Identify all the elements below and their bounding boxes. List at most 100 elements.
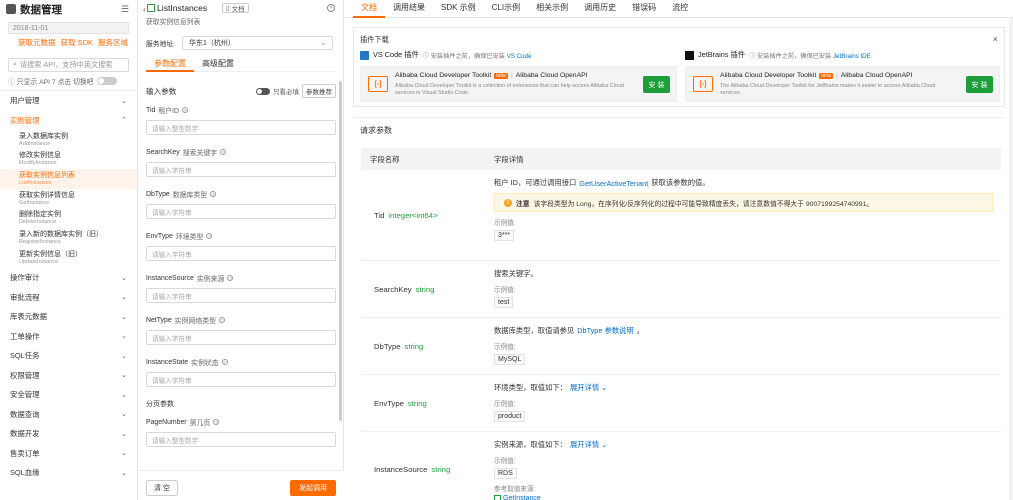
header-field-detail: 字段详情 bbox=[494, 154, 524, 164]
search-placeholder: 请搜索 API，支持中英文搜索 bbox=[19, 60, 113, 69]
sidebar-group-8[interactable]: 数据开发 ⌄ bbox=[0, 424, 137, 444]
help-icon[interactable]: ? bbox=[220, 149, 227, 155]
sidebar-group-10[interactable]: SQL血缘 ⌄ bbox=[0, 463, 137, 483]
field-zh: 数据库类型 bbox=[172, 192, 208, 199]
clear-button[interactable]: 清 空 bbox=[146, 480, 178, 496]
sidebar-item-registerinstance[interactable]: 录入新的数据库实例（旧） RegisterInstance bbox=[0, 228, 137, 248]
address-label: 服务地址: bbox=[146, 41, 176, 48]
sidebar-group-6[interactable]: 安全管理 ⌄ bbox=[0, 385, 137, 405]
table-row: Tid integer<int64> 租户 ID，可通过调用接口 GetUserAct… bbox=[361, 170, 1001, 261]
sidebar-group-5[interactable]: 权限管理 ⌄ bbox=[0, 365, 137, 385]
input-placeholder: 请输入字符串 bbox=[152, 335, 192, 343]
help-icon[interactable]: ? bbox=[221, 359, 228, 365]
pagenumber-input[interactable]: 请输入整型数字 bbox=[146, 432, 336, 447]
jetbrains-plugin-header: JetBrains 插件 ⓘ 安装插件之前，确保已安装 JetBrains ID… bbox=[685, 50, 871, 60]
source-link[interactable]: GetInstance bbox=[494, 495, 993, 500]
sidebar-item-modifyinstance[interactable]: 修改实例信息 ModifyInstance bbox=[0, 150, 137, 170]
install-jetbrains-button[interactable]: 安 装 bbox=[966, 76, 993, 93]
hint-link[interactable]: VS Code bbox=[507, 53, 532, 60]
api-only-toggle[interactable] bbox=[97, 77, 118, 85]
help-icon[interactable]: ? bbox=[206, 233, 213, 239]
region-select[interactable]: 华东1（杭州） ⌄ bbox=[182, 36, 333, 50]
doc-scrollbar[interactable] bbox=[1009, 18, 1013, 500]
help-icon[interactable]: ? bbox=[227, 275, 234, 281]
item-label: 获取实例信息列表 bbox=[19, 171, 75, 179]
sidebar-item-updateinstance[interactable]: 更新实例信息（旧） UpdateInstance bbox=[0, 248, 137, 268]
desc-link[interactable]: GetUserActiveTenant bbox=[579, 179, 648, 188]
product-logo-icon bbox=[6, 4, 16, 14]
hamburger-menu-icon[interactable]: ☰ bbox=[121, 4, 129, 15]
send-request-button[interactable]: 发起调用 bbox=[290, 480, 336, 496]
link-metadata[interactable]: 获取元数据 bbox=[18, 37, 56, 48]
doc-tab-6[interactable]: 错误码 bbox=[624, 2, 664, 17]
nettype-input[interactable]: 请输入字符串 bbox=[146, 330, 336, 345]
link-regions[interactable]: 服务区域 bbox=[98, 37, 128, 48]
hint-link[interactable]: JetBrains IDE bbox=[833, 53, 871, 60]
help-icon[interactable]: ? bbox=[210, 191, 217, 197]
param-detail-cell: 数据库类型，取值请参见 DbType 参数说明。示例值: MySQL bbox=[494, 318, 1001, 374]
back-arrow-icon[interactable]: ‹ bbox=[143, 5, 146, 14]
help-icon[interactable]: ? bbox=[213, 419, 220, 425]
tab-advanced-config[interactable]: 高级配置 bbox=[194, 58, 242, 71]
param-recommend-button[interactable]: 参数推荐 bbox=[302, 84, 336, 98]
sidebar-item-addinstance[interactable]: 录入数据库实例 AddInstance bbox=[0, 130, 137, 150]
expand-details-link[interactable]: 展开详情 ⌄ bbox=[570, 383, 607, 393]
group-instance-management[interactable]: 实例管理 ⌃ bbox=[0, 111, 137, 131]
sidebar-item-listinstances[interactable]: 获取实例信息列表 ListInstances bbox=[0, 169, 137, 190]
sidebar-group-1[interactable]: 审批流程 ⌄ bbox=[0, 287, 137, 307]
doc-tab-3[interactable]: CLI示例 bbox=[484, 2, 528, 17]
doc-tab-7[interactable]: 流控 bbox=[664, 2, 696, 17]
desc-link[interactable]: DbType 参数说明 bbox=[577, 326, 633, 336]
instancestate-input[interactable]: 请输入字符串 bbox=[146, 372, 336, 387]
help-icon[interactable]: ? bbox=[182, 107, 188, 113]
note-title: 注意 bbox=[516, 200, 530, 208]
sidebar-group-9[interactable]: 售卖订单 ⌄ bbox=[0, 443, 137, 463]
field-zh: 搜索关键字 bbox=[182, 150, 218, 157]
doc-tab-0[interactable]: 文档 bbox=[353, 2, 385, 18]
doc-tab-2[interactable]: SDK 示例 bbox=[433, 2, 484, 17]
doc-tab-1[interactable]: 调用结果 bbox=[385, 2, 433, 17]
param-description: 租户 ID，可通过调用接口 GetUserActiveTenant 获取该参数的值。 bbox=[494, 178, 993, 188]
api-search-input[interactable]: ⌕ 请搜索 API，支持中英文搜索 bbox=[8, 58, 129, 72]
group-label: 数据查询 bbox=[10, 409, 40, 419]
param-description: 环境类型，取值如下： 展开详情 ⌄ bbox=[494, 383, 993, 393]
dbtype-input[interactable]: 请输入字符串 bbox=[146, 204, 336, 219]
request-params-title: 请求参数 bbox=[360, 126, 392, 135]
required-only-toggle[interactable] bbox=[256, 87, 270, 95]
version-select[interactable]: 2018-11-01 bbox=[8, 22, 129, 34]
group-label: 安全管理 bbox=[10, 390, 40, 400]
install-vscode-button[interactable]: 安 装 bbox=[643, 76, 670, 93]
field-zh: 第几页 bbox=[189, 420, 211, 427]
field-dbtype: DbType 数据库类型? 请输入字符串 bbox=[139, 185, 343, 227]
tid-input[interactable]: 请输入整型数字 bbox=[146, 120, 336, 135]
envtype-input[interactable]: 请输入字符串 bbox=[146, 246, 336, 261]
close-icon[interactable]: × bbox=[327, 4, 335, 12]
beta-badge: beta bbox=[494, 72, 508, 79]
param-type: string bbox=[407, 398, 427, 408]
sidebar-item-deleteinstance[interactable]: 删除指定实例 DeleteInstance bbox=[0, 209, 137, 229]
warning-icon: ! bbox=[504, 198, 512, 207]
sidebar-group-0[interactable]: 操作审计 ⌄ bbox=[0, 268, 137, 288]
sidebar-group-3[interactable]: 工单操作 ⌄ bbox=[0, 326, 137, 346]
searchkey-input[interactable]: 请输入字符串 bbox=[146, 162, 336, 177]
doc-tag-button[interactable]: ▯ 文档 bbox=[222, 3, 249, 13]
item-label: 更新实例信息（旧） bbox=[19, 250, 82, 258]
param-name: InstanceSource bbox=[374, 465, 428, 474]
param-form-scrollbar[interactable] bbox=[339, 81, 342, 421]
doc-tab-4[interactable]: 相关示例 bbox=[528, 2, 576, 17]
doc-tab-5[interactable]: 调用历史 bbox=[576, 2, 624, 17]
plugin-sub: Alibaba Cloud OpenAPI bbox=[515, 72, 588, 79]
instancesource-input[interactable]: 请输入字符串 bbox=[146, 288, 336, 303]
tab-param-config[interactable]: 参数配置 bbox=[146, 58, 194, 72]
sidebar-group-2[interactable]: 库表元数据 ⌄ bbox=[0, 307, 137, 327]
sidebar-item-getinstance[interactable]: 获取实例详情信息 GetInstance bbox=[0, 189, 137, 209]
help-icon[interactable]: ? bbox=[219, 317, 226, 323]
param-type: integer<int64> bbox=[388, 210, 438, 220]
close-icon[interactable]: × bbox=[993, 34, 998, 44]
group-user-management[interactable]: 用户管理 ⌄ bbox=[0, 91, 137, 111]
link-sdk[interactable]: 获取 SDK bbox=[61, 37, 94, 48]
sidebar-group-7[interactable]: 数据查询 ⌄ bbox=[0, 404, 137, 424]
expand-details-link[interactable]: 展开详情 ⌄ bbox=[570, 440, 607, 450]
param-form: 输入参数 只看必填 参数推荐 Tid 租户ID? 请输入整型数字 SearchKey 搜… bbox=[139, 81, 343, 470]
sidebar-group-4[interactable]: SQL任务 ⌄ bbox=[0, 346, 137, 366]
